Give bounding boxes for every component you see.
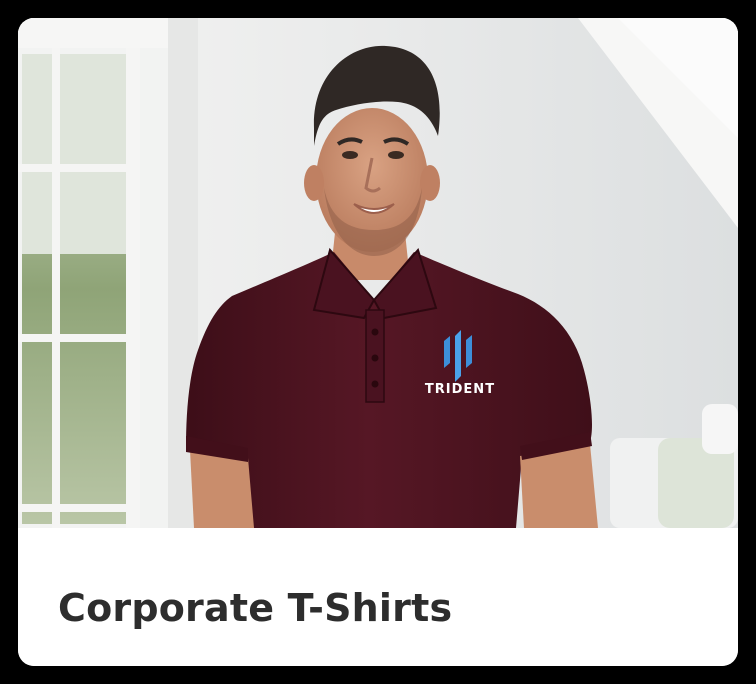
card-title: Corporate T-Shirts [58,586,453,630]
shirt-logo-text: TRIDENT [424,382,496,397]
card-caption: Corporate T-Shirts [18,528,738,666]
product-image: TRIDENT [18,18,738,528]
product-category-card[interactable]: TRIDENT Corporate T-Shirts [18,18,738,666]
